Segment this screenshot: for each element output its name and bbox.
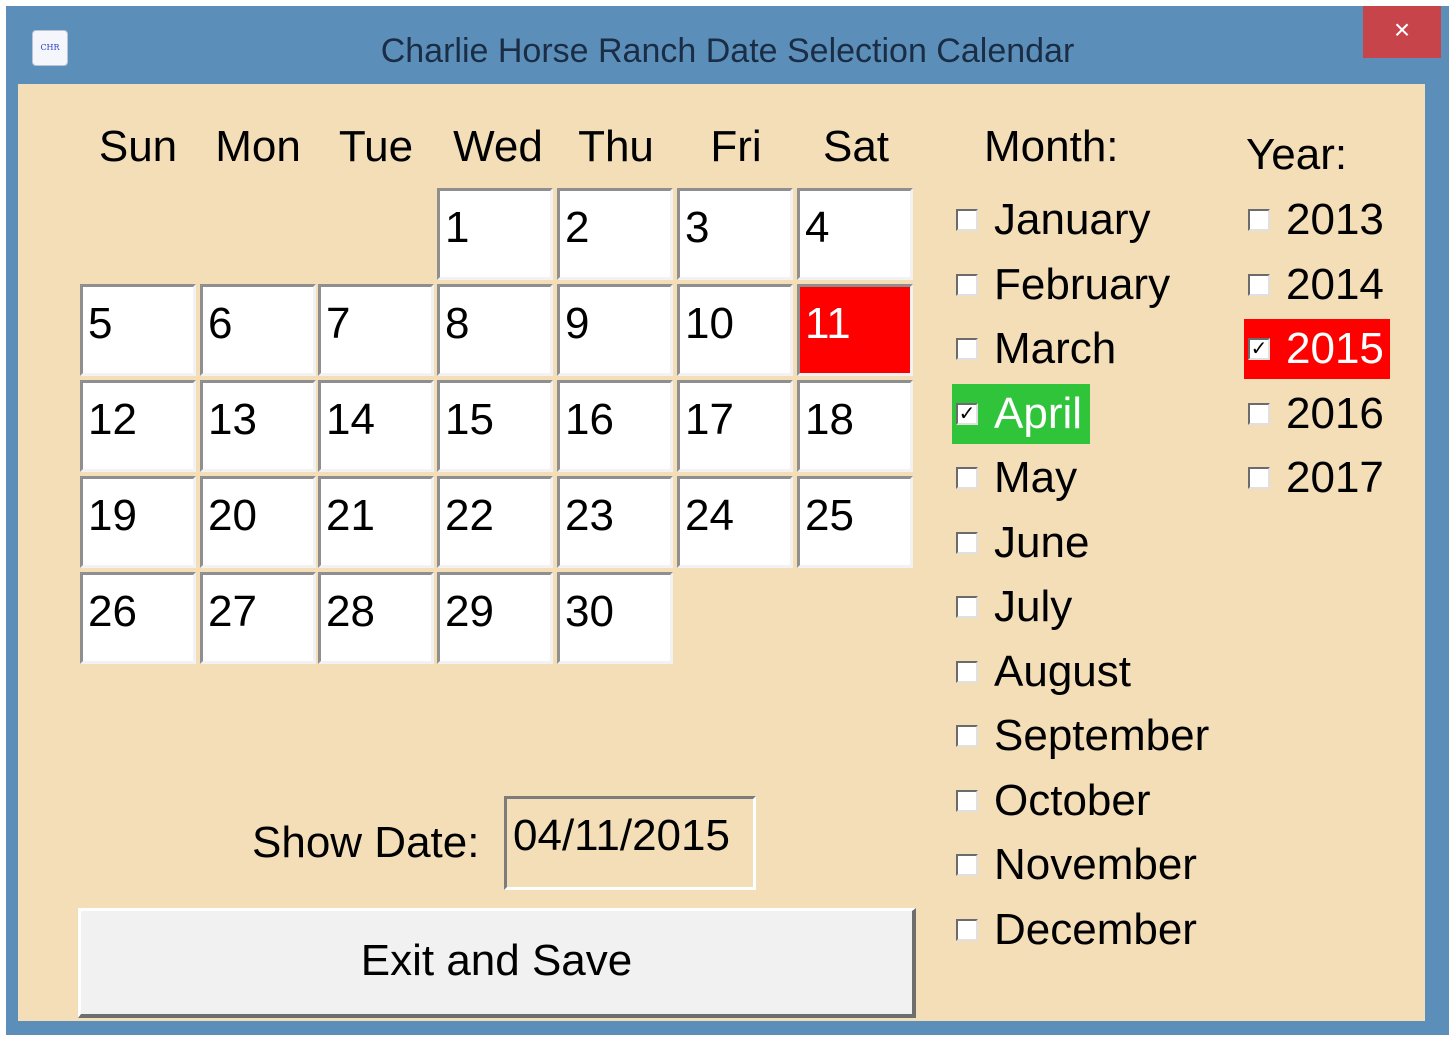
month-option-may[interactable]: May: [952, 448, 1077, 508]
day-cell-1[interactable]: 1: [437, 188, 553, 280]
day-cell-15[interactable]: 15: [437, 380, 553, 472]
year-option-2013[interactable]: 2013: [1244, 190, 1384, 250]
checkbox-icon[interactable]: [956, 338, 978, 360]
year-label: 2016: [1286, 388, 1384, 438]
year-label: 2015: [1286, 324, 1384, 373]
day-cell-3[interactable]: 3: [677, 188, 793, 280]
checkbox-icon[interactable]: [1248, 467, 1270, 489]
month-option-august[interactable]: August: [952, 642, 1131, 702]
month-option-march[interactable]: March: [952, 319, 1116, 379]
checkbox-icon[interactable]: [956, 918, 978, 941]
month-label: November: [994, 840, 1197, 889]
month-label: July: [994, 582, 1073, 631]
month-heading: Month:: [984, 122, 1119, 171]
day-cell-20[interactable]: 20: [200, 476, 316, 568]
month-label: February: [994, 259, 1171, 309]
checkbox-icon[interactable]: [956, 596, 978, 618]
month-label: September: [994, 711, 1210, 760]
weekday-header-tue: Tue: [338, 122, 414, 171]
month-option-february[interactable]: February: [952, 255, 1170, 315]
day-cell-29[interactable]: 29: [437, 572, 553, 664]
window-title: Charlie Horse Ranch Date Selection Calen…: [380, 32, 1075, 70]
day-cell-10[interactable]: 10: [677, 284, 793, 376]
weekday-header-sun: Sun: [98, 122, 178, 171]
title-bar[interactable]: CHR Charlie Horse Ranch Date Selection C…: [6, 6, 1449, 88]
year-label: 2014: [1286, 259, 1384, 309]
checkbox-icon[interactable]: ✓: [1248, 338, 1270, 360]
weekday-header-mon: Mon: [215, 122, 301, 171]
checkbox-icon[interactable]: [1248, 273, 1270, 296]
checkbox-icon[interactable]: [956, 660, 978, 683]
checkbox-icon[interactable]: [956, 854, 978, 876]
day-cell-22[interactable]: 22: [437, 476, 553, 568]
show-date-field[interactable]: 04/11/2015: [504, 796, 756, 890]
day-cell-5[interactable]: 5: [80, 284, 196, 376]
day-cell-7[interactable]: 7: [318, 284, 434, 376]
month-label: December: [994, 904, 1197, 954]
month-label: April: [994, 388, 1083, 438]
day-cell-26[interactable]: 26: [80, 572, 196, 664]
year-heading: Year:: [1246, 130, 1348, 179]
checkbox-icon[interactable]: [956, 209, 978, 231]
year-label: 2013: [1286, 195, 1384, 244]
checkbox-icon[interactable]: [1248, 209, 1270, 231]
checkbox-icon[interactable]: [956, 789, 978, 812]
day-cell-23[interactable]: 23: [557, 476, 673, 568]
checkbox-icon[interactable]: [956, 273, 978, 296]
weekday-header-thu: Thu: [578, 122, 654, 171]
day-cell-19[interactable]: 19: [80, 476, 196, 568]
month-option-april[interactable]: ✓ April: [952, 383, 1091, 444]
day-cell-4[interactable]: 4: [797, 188, 913, 280]
month-option-november[interactable]: November: [952, 835, 1197, 895]
day-cell-2[interactable]: 2: [557, 188, 673, 280]
month-option-july[interactable]: July: [952, 577, 1072, 637]
day-cell-12[interactable]: 12: [80, 380, 196, 472]
weekday-header-sat: Sat: [822, 122, 890, 171]
day-cell-24[interactable]: 24: [677, 476, 793, 568]
day-cell-18[interactable]: 18: [797, 380, 913, 472]
day-cell-8[interactable]: 8: [437, 284, 553, 376]
year-option-2016[interactable]: 2016: [1244, 384, 1384, 444]
day-cell-21[interactable]: 21: [318, 476, 434, 568]
day-cell-6[interactable]: 6: [200, 284, 316, 376]
checkbox-icon[interactable]: [956, 725, 978, 747]
checkbox-icon[interactable]: [956, 531, 978, 554]
checkbox-icon[interactable]: [1248, 402, 1270, 425]
year-label: 2017: [1286, 453, 1384, 502]
year-option-2015[interactable]: ✓ 2015: [1244, 319, 1390, 379]
day-cell-27[interactable]: 27: [200, 572, 316, 664]
day-cell-14[interactable]: 14: [318, 380, 434, 472]
day-cell-9[interactable]: 9: [557, 284, 673, 376]
weekday-header-fri: Fri: [710, 122, 762, 171]
month-label: January: [994, 195, 1151, 244]
day-cell-11[interactable]: 11: [797, 284, 913, 376]
day-cell-25[interactable]: 25: [797, 476, 913, 568]
checkbox-icon[interactable]: ✓: [956, 402, 978, 425]
day-cell-28[interactable]: 28: [318, 572, 434, 664]
year-option-2014[interactable]: 2014: [1244, 255, 1384, 315]
month-label: June: [994, 517, 1090, 567]
weekday-header-wed: Wed: [453, 122, 543, 171]
close-button[interactable]: ×: [1363, 6, 1441, 58]
month-option-september[interactable]: September: [952, 706, 1209, 766]
year-option-2017[interactable]: 2017: [1244, 448, 1384, 508]
day-cell-30[interactable]: 30: [557, 572, 673, 664]
day-cell-16[interactable]: 16: [557, 380, 673, 472]
month-option-october[interactable]: October: [952, 771, 1151, 831]
month-option-june[interactable]: June: [952, 513, 1089, 573]
month-option-december[interactable]: December: [952, 900, 1197, 960]
month-label: August: [994, 646, 1131, 696]
show-date-label: Show Date:: [252, 818, 480, 867]
month-label: March: [994, 324, 1117, 373]
checkbox-icon[interactable]: [956, 467, 978, 489]
day-cell-17[interactable]: 17: [677, 380, 793, 472]
month-label: May: [994, 453, 1078, 502]
exit-and-save-button[interactable]: Exit and Save: [78, 908, 916, 1018]
month-option-january[interactable]: January: [952, 190, 1151, 250]
month-label: October: [994, 775, 1151, 825]
day-cell-13[interactable]: 13: [200, 380, 316, 472]
